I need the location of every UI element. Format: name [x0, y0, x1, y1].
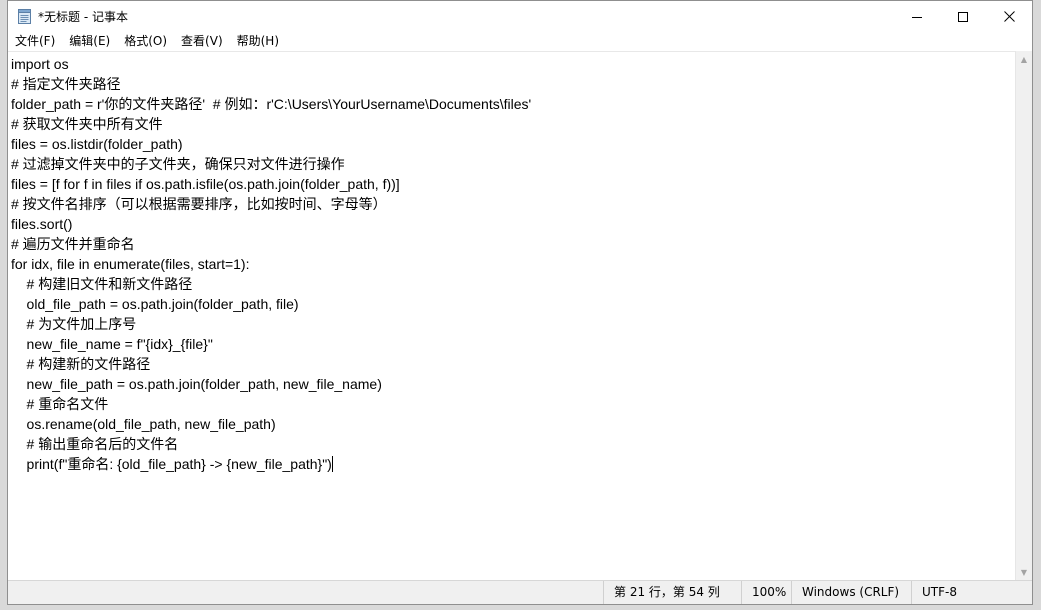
scroll-up-icon[interactable]: ▲ [1016, 51, 1032, 68]
title-bar[interactable]: *无标题 - 记事本 [8, 1, 1032, 31]
maximize-button[interactable] [940, 1, 986, 31]
notepad-window: *无标题 - 记事本 文件(F) 编辑(E) 格式(O) 查看(V) 帮助(H)… [7, 0, 1033, 605]
close-button[interactable] [986, 1, 1032, 31]
minimize-button[interactable] [894, 1, 940, 31]
maximize-icon [958, 7, 968, 26]
menu-file[interactable]: 文件(F) [8, 31, 62, 51]
editor-line[interactable]: # 获取文件夹中所有文件 [11, 114, 1017, 134]
editor-line[interactable]: # 重命名文件 [11, 394, 1017, 414]
scroll-down-icon[interactable]: ▼ [1016, 564, 1032, 581]
editor-line[interactable]: new_file_path = os.path.join(folder_path… [11, 374, 1017, 394]
line-ending: Windows (CRLF) [791, 581, 911, 604]
window-title: *无标题 - 记事本 [38, 10, 128, 24]
editor-line[interactable]: os.rename(old_file_path, new_file_path) [11, 414, 1017, 434]
text-caret [331, 456, 333, 472]
text-editor[interactable]: import os # 指定文件夹路径 folder_path = r'你的文件夹路… [8, 51, 1017, 582]
minimize-icon [912, 7, 922, 26]
vertical-scrollbar[interactable]: ▲ ▼ [1015, 51, 1032, 581]
menu-format[interactable]: 格式(O) [117, 31, 174, 51]
encoding: UTF-8 [911, 581, 1017, 604]
editor-content[interactable]: import os # 指定文件夹路径 folder_path = r'你的文件夹路… [8, 52, 1017, 474]
editor-line[interactable]: old_file_path = os.path.join(folder_path… [11, 294, 1017, 314]
editor-line[interactable]: folder_path = r'你的文件夹路径' # 例如：r'C:\Users… [11, 94, 1017, 114]
editor-line[interactable]: # 指定文件夹路径 [11, 74, 1017, 94]
editor-line[interactable]: import os [11, 54, 1017, 74]
editor-line[interactable]: # 构建新的文件路径 [11, 354, 1017, 374]
editor-line[interactable]: # 构建旧文件和新文件路径 [11, 274, 1017, 294]
menu-view[interactable]: 查看(V) [174, 31, 230, 51]
editor-line[interactable]: # 输出重命名后的文件名 [11, 434, 1017, 454]
menu-edit[interactable]: 编辑(E) [62, 31, 117, 51]
editor-line[interactable]: # 过滤掉文件夹中的子文件夹，确保只对文件进行操作 [11, 154, 1017, 174]
editor-line[interactable]: print(f"重命名: {old_file_path} -> {new_fil… [11, 454, 1017, 474]
menu-help[interactable]: 帮助(H) [230, 31, 286, 51]
editor-line[interactable]: # 按文件名排序（可以根据需要排序，比如按时间、字母等） [11, 194, 1017, 214]
cursor-position: 第 21 行，第 54 列 [603, 581, 755, 604]
editor-line[interactable]: # 遍历文件并重命名 [11, 234, 1017, 254]
editor-line[interactable]: # 为文件加上序号 [11, 314, 1017, 334]
editor-line[interactable]: files = os.listdir(folder_path) [11, 134, 1017, 154]
status-bar: 第 21 行，第 54 列 100% Windows (CRLF) UTF-8 [8, 580, 1032, 604]
window-controls [894, 1, 1032, 31]
notepad-icon [17, 8, 32, 24]
editor-line[interactable]: files.sort() [11, 214, 1017, 234]
editor-line[interactable]: new_file_name = f"{idx}_{file}" [11, 334, 1017, 354]
zoom-level: 100% [741, 581, 791, 604]
editor-line[interactable]: files = [f for f in files if os.path.isf… [11, 174, 1017, 194]
menu-bar: 文件(F) 编辑(E) 格式(O) 查看(V) 帮助(H) [8, 31, 1032, 51]
close-icon [1003, 7, 1015, 26]
editor-line[interactable]: for idx, file in enumerate(files, start=… [11, 254, 1017, 274]
